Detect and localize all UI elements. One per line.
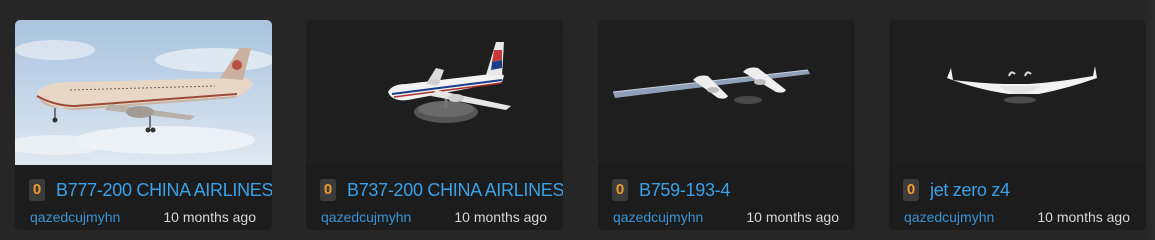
count-badge: 0 xyxy=(29,179,45,201)
author-link[interactable]: qazedcujmyhn xyxy=(321,208,411,226)
card-info: 0 B737-200 CHINA AIRLINES qazedcujmyhn 1… xyxy=(306,165,563,230)
timestamp: 10 months ago xyxy=(1037,209,1130,225)
model-card[interactable]: 0 B777-200 CHINA AIRLINES qazedcujmyhn 1… xyxy=(15,20,272,230)
count-badge: 0 xyxy=(903,179,919,201)
timestamp: 10 months ago xyxy=(746,209,839,225)
model-card[interactable]: 0 B759-193-4 qazedcujmyhn 10 months ago xyxy=(598,20,855,230)
card-thumbnail[interactable] xyxy=(306,20,563,165)
card-thumbnail[interactable] xyxy=(889,20,1146,165)
card-info: 0 jet zero z4 qazedcujmyhn 10 months ago xyxy=(889,165,1146,230)
timestamp: 10 months ago xyxy=(454,209,547,225)
model-title-link[interactable]: B777-200 CHINA AIRLINES xyxy=(56,178,272,202)
scrollbar-track xyxy=(1145,0,1155,240)
model-title-link[interactable]: B759-193-4 xyxy=(639,178,855,202)
count-badge: 0 xyxy=(612,179,628,201)
airplane-on-stand-icon xyxy=(306,20,563,165)
card-info: 0 B777-200 CHINA AIRLINES qazedcujmyhn 1… xyxy=(15,165,272,230)
blended-wing-aircraft-icon xyxy=(889,20,1146,165)
card-thumbnail[interactable] xyxy=(15,20,272,165)
card-thumbnail[interactable] xyxy=(598,20,855,165)
long-wing-aircraft-icon xyxy=(598,20,855,165)
author-link[interactable]: qazedcujmyhn xyxy=(30,208,120,226)
author-link[interactable]: qazedcujmyhn xyxy=(904,208,994,226)
model-card[interactable]: 0 jet zero z4 qazedcujmyhn 10 months ago xyxy=(889,20,1146,230)
model-card[interactable]: 0 B737-200 CHINA AIRLINES qazedcujmyhn 1… xyxy=(306,20,563,230)
count-badge: 0 xyxy=(320,179,336,201)
author-link[interactable]: qazedcujmyhn xyxy=(613,208,703,226)
airplane-sky-photo-icon xyxy=(15,20,272,165)
card-info: 0 B759-193-4 qazedcujmyhn 10 months ago xyxy=(598,165,855,230)
model-title-link[interactable]: jet zero z4 xyxy=(930,178,1146,202)
model-title-link[interactable]: B737-200 CHINA AIRLINES xyxy=(347,178,563,202)
timestamp: 10 months ago xyxy=(163,209,256,225)
